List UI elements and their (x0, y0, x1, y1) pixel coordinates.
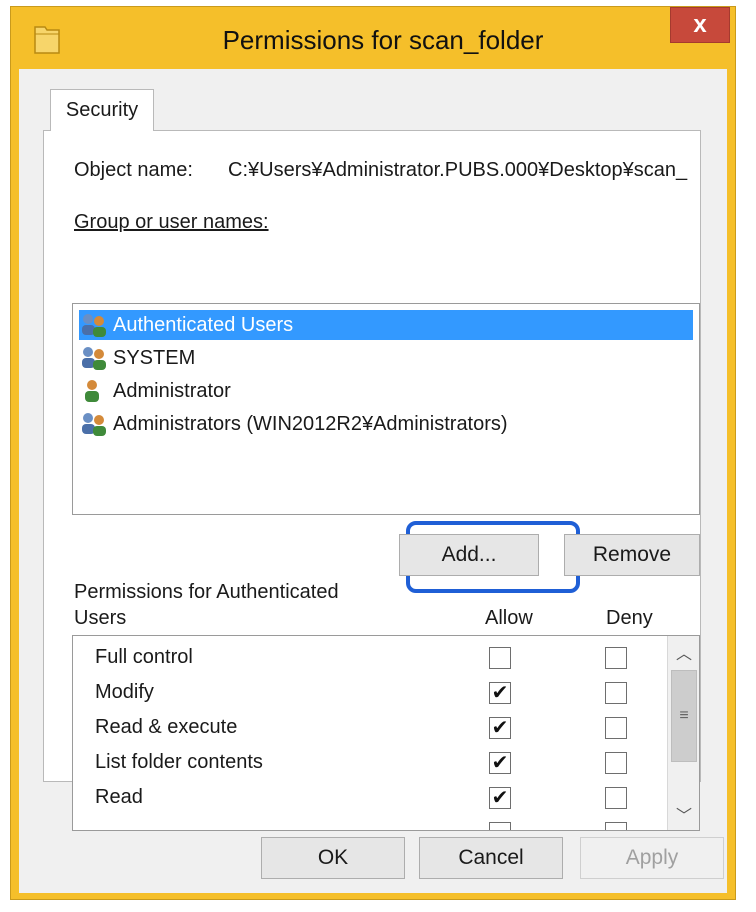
single-user-icon (79, 378, 109, 404)
permission-row: Modify ✔ (73, 677, 663, 712)
scroll-down-icon[interactable]: ﹀ (668, 798, 699, 830)
deny-checkbox[interactable] (605, 717, 627, 739)
deny-checkbox[interactable] (605, 752, 627, 774)
tab-security[interactable]: Security (50, 89, 154, 131)
list-item[interactable]: SYSTEM (79, 343, 693, 373)
list-item-label: Administrators (WIN2012R2¥Administrators… (113, 412, 508, 435)
ok-button[interactable]: OK (261, 837, 405, 879)
group-user-names-label: Group or user names: (74, 211, 269, 234)
permission-row: List folder contents ✔ (73, 747, 663, 782)
permission-row: Read & execute ✔ (73, 712, 663, 747)
permissions-label-line2: Users (74, 607, 127, 629)
deny-checkbox[interactable] (605, 647, 627, 669)
list-item[interactable]: Authenticated Users (79, 310, 693, 340)
permission-row-partial (73, 817, 663, 830)
allow-checkbox[interactable]: ✔ (489, 787, 511, 809)
window-title: Permissions for scan_folder (222, 25, 544, 55)
permission-name: List folder contents (95, 751, 263, 773)
allow-checkbox[interactable]: ✔ (489, 682, 511, 704)
permissions-label: Permissions for Authenticated Users (74, 579, 339, 631)
remove-button[interactable]: Remove (564, 534, 700, 576)
list-item-label: Authenticated Users (113, 313, 294, 336)
group-users-icon (79, 345, 109, 371)
allow-checkbox[interactable]: ✔ (489, 752, 511, 774)
permission-name: Read & execute (95, 716, 238, 738)
list-item-label: SYSTEM (113, 346, 196, 369)
group-users-icon (79, 411, 109, 437)
permissions-dialog: Permissions for scan_folder x Security O… (10, 6, 736, 900)
list-item[interactable]: Administrator (79, 376, 693, 406)
cancel-button[interactable]: Cancel (419, 837, 563, 879)
permissions-scrollbar[interactable]: ︿ ≡ ﹀ (667, 636, 699, 830)
allow-checkbox[interactable] (489, 822, 511, 830)
close-button[interactable]: x (670, 7, 730, 43)
group-user-list[interactable]: Authenticated Users SYSTEM Administrator Ad… (72, 303, 700, 515)
group-user-names-label-text: Group or user names: (74, 211, 269, 233)
list-item[interactable]: Administrators (WIN2012R2¥Administrators… (79, 409, 693, 439)
deny-column-header: Deny (606, 607, 653, 629)
allow-checkbox[interactable]: ✔ (489, 717, 511, 739)
permission-name: Modify (95, 681, 154, 703)
object-name-value: C:¥Users¥Administrator.PUBS.000¥Desktop¥… (228, 159, 688, 181)
permission-row: Read ✔ (73, 782, 663, 817)
object-name-label: Object name: (74, 159, 193, 181)
permissions-label-line1: Permissions for Authenticated (74, 581, 339, 603)
dialog-client-area: Security Object name: C:¥Users¥Administr… (19, 69, 727, 893)
deny-checkbox[interactable] (605, 787, 627, 809)
scroll-up-icon[interactable]: ︿ (668, 636, 699, 668)
title-bar[interactable]: Permissions for scan_folder x (11, 7, 735, 69)
deny-checkbox[interactable] (605, 682, 627, 704)
permission-name: Full control (95, 646, 193, 668)
permission-row: Full control (73, 642, 663, 677)
deny-checkbox[interactable] (605, 822, 627, 830)
allow-checkbox[interactable] (489, 647, 511, 669)
group-users-icon (79, 312, 109, 338)
list-item-label: Administrator (113, 379, 231, 402)
permissions-list: ︿ ≡ ﹀ Full control Modify ✔ Read & execute ✔… (72, 635, 700, 831)
scroll-thumb[interactable]: ≡ (671, 670, 697, 762)
apply-button[interactable]: Apply (580, 837, 724, 879)
permission-name: Read (95, 786, 143, 808)
add-button[interactable]: Add... (399, 534, 539, 576)
allow-column-header: Allow (485, 607, 533, 629)
security-panel: Object name: C:¥Users¥Administrator.PUBS… (43, 130, 701, 831)
